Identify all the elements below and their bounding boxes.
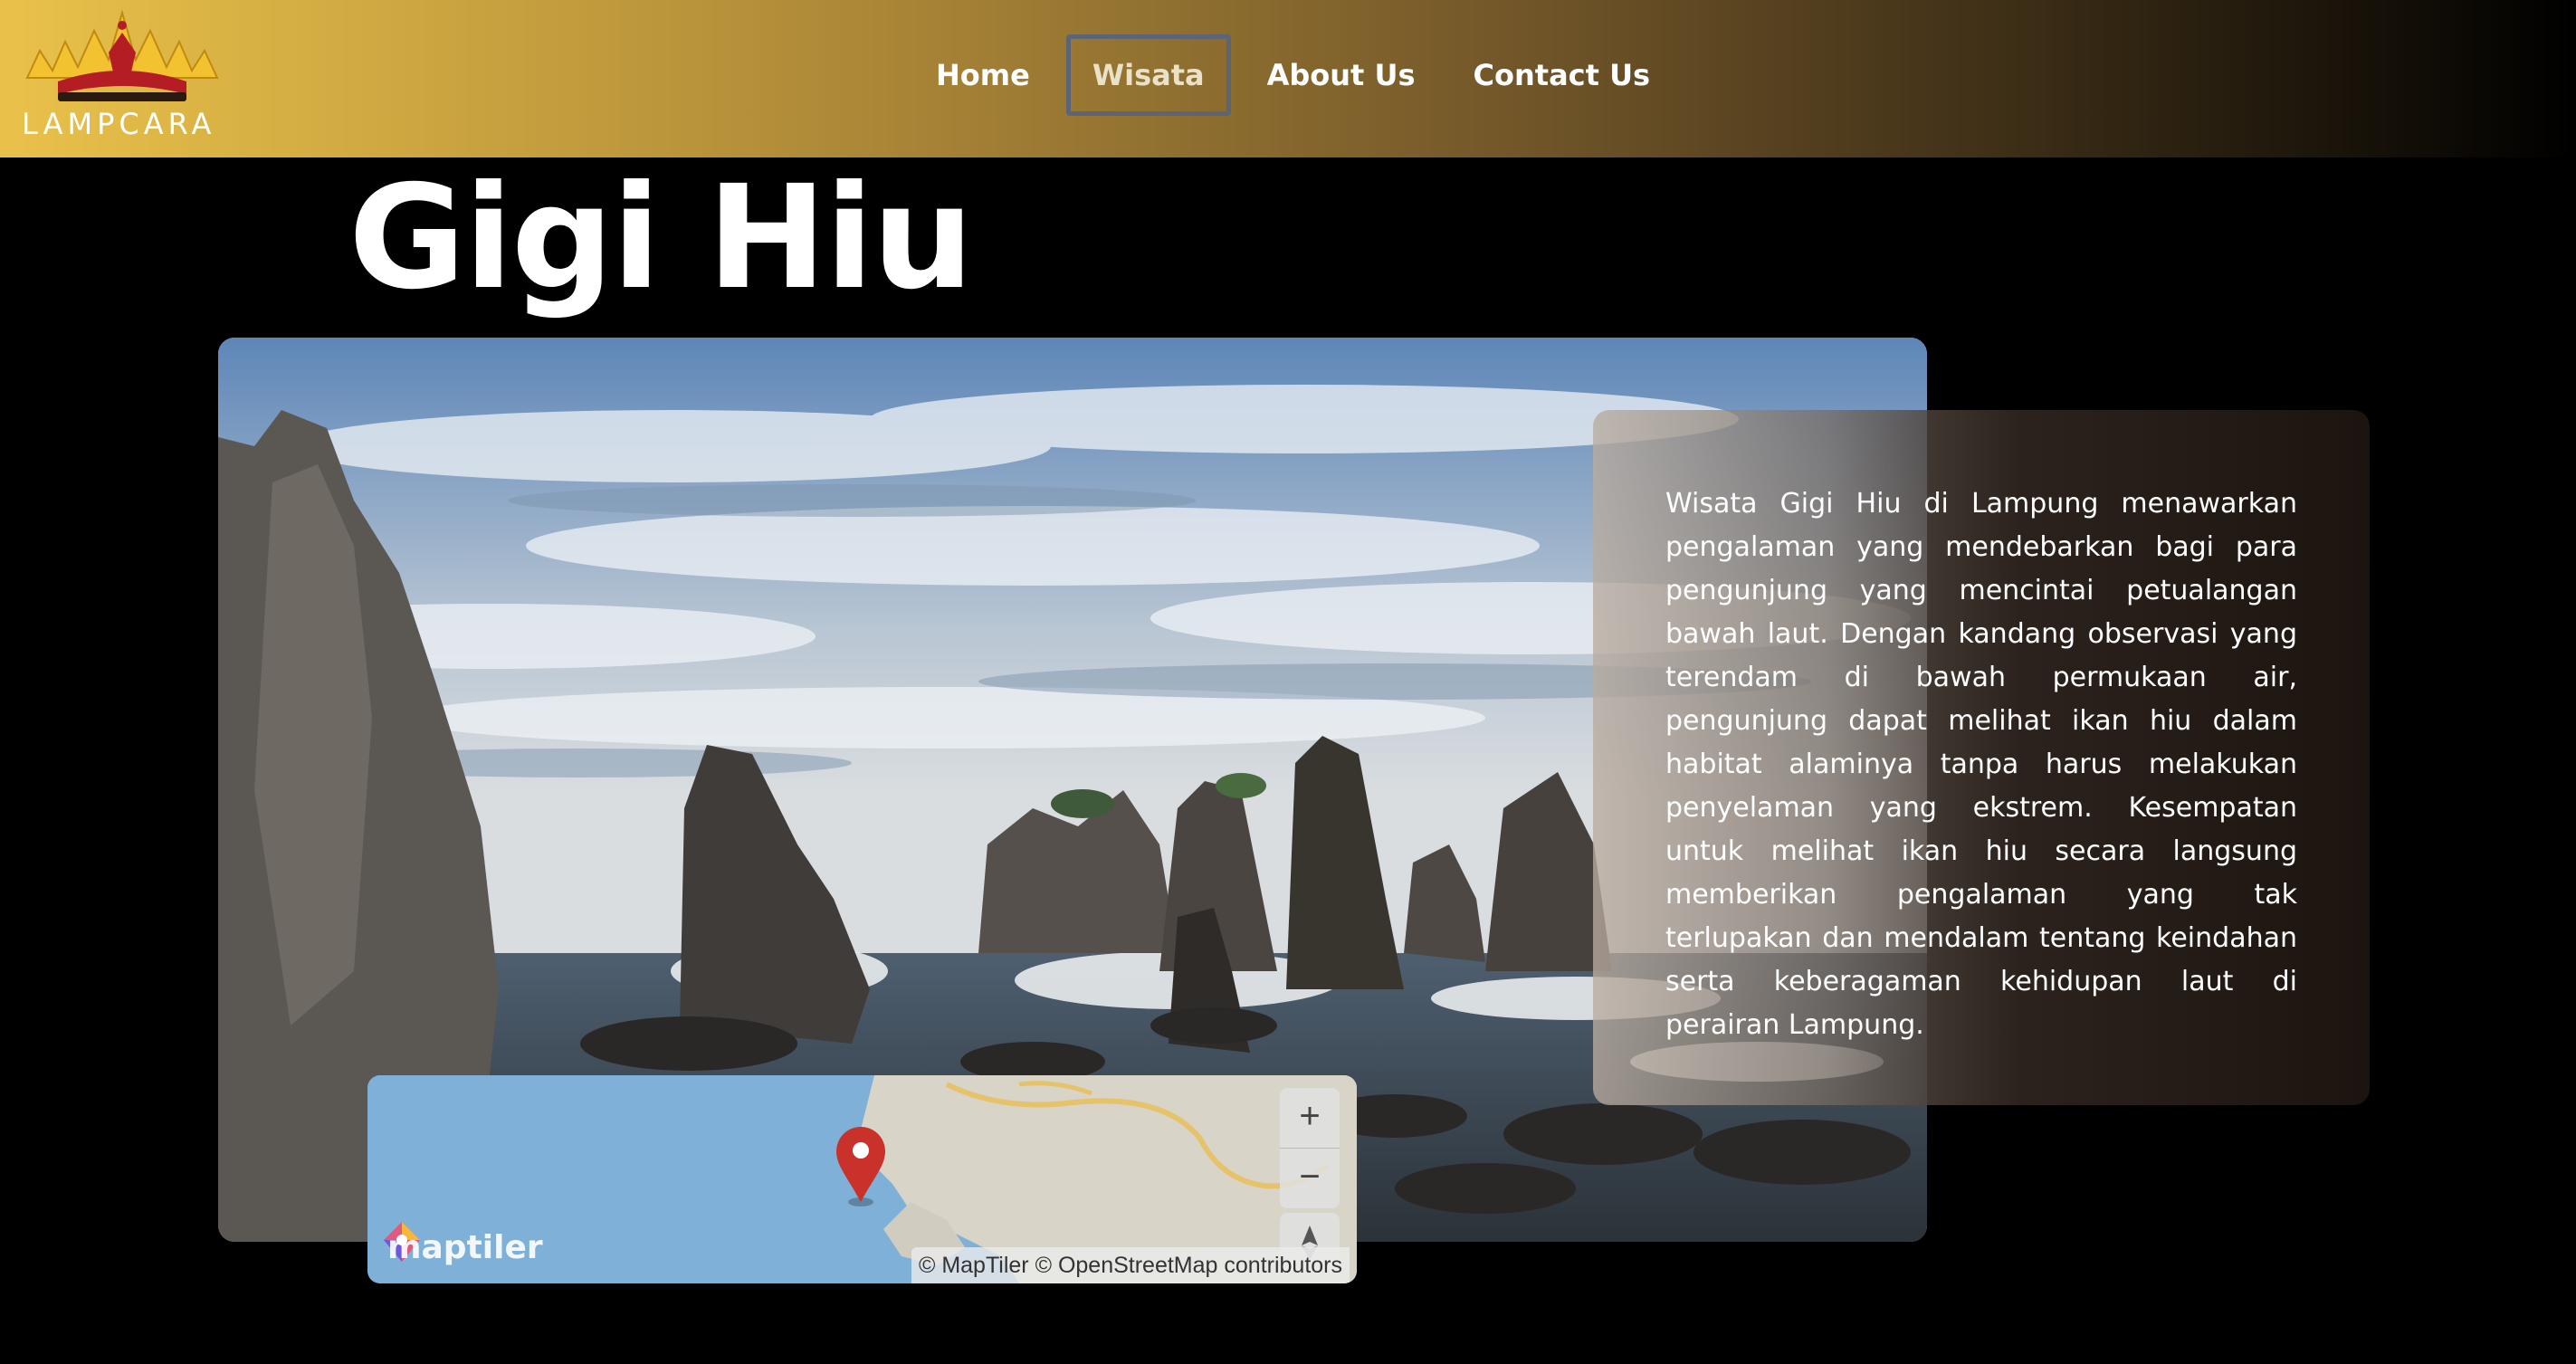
brand-logo[interactable]: LAMPCARA: [22, 5, 223, 150]
maptiler-logo[interactable]: maptiler: [380, 1220, 543, 1274]
page-title: Gigi Hiu: [348, 155, 974, 321]
location-map[interactable]: + − maptiler © MapTiler © OpenStreetMap …: [367, 1075, 1357, 1283]
main-nav: Home Wisata About Us Contact Us: [914, 33, 1686, 118]
brand-name: LAMPCARA: [22, 107, 216, 141]
siger-crown-icon: [25, 9, 219, 101]
maptiler-logo-text: maptiler: [387, 1228, 543, 1266]
nav-home[interactable]: Home: [914, 34, 1052, 116]
zoom-out-button[interactable]: −: [1280, 1148, 1340, 1208]
description-card: Wisata Gigi Hiu di Lampung menawarkan pe…: [1593, 410, 2370, 1105]
description-text: Wisata Gigi Hiu di Lampung menawarkan pe…: [1665, 488, 2297, 1041]
map-attribution[interactable]: © MapTiler © OpenStreetMap contributors: [911, 1247, 1350, 1283]
zoom-in-button[interactable]: +: [1280, 1088, 1340, 1148]
nav-contact-us[interactable]: Contact Us: [1452, 34, 1673, 116]
site-header: LAMPCARA Home Wisata About Us Contact Us: [0, 0, 2576, 157]
nav-wisata[interactable]: Wisata: [1065, 34, 1231, 116]
nav-about-us[interactable]: About Us: [1245, 34, 1437, 116]
